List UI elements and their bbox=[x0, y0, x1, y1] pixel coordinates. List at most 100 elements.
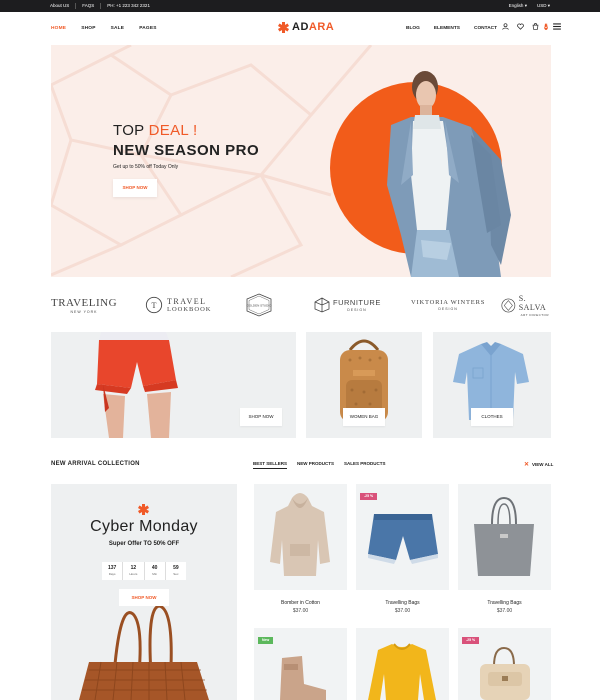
promo-title: Cyber Monday bbox=[90, 518, 198, 535]
chevron-down-icon: ▾ bbox=[547, 3, 550, 8]
brand-sub: LOOKBOOK bbox=[167, 306, 212, 313]
grey-tote-image bbox=[474, 496, 534, 576]
nav-shop[interactable]: SHOP bbox=[81, 26, 95, 31]
nav-elements[interactable]: ELEMENTS bbox=[434, 26, 460, 31]
wishlist-heart-icon[interactable] bbox=[517, 23, 524, 33]
travel-badge-icon: T bbox=[145, 296, 163, 314]
timer-seconds: 59 Sec bbox=[173, 565, 179, 576]
timer-days: 137 Days bbox=[102, 562, 124, 580]
nav-blog[interactable]: BLOG bbox=[406, 26, 420, 31]
shop-now-button[interactable]: SHOP NOW bbox=[240, 408, 282, 426]
promo-subtitle: Super Offer TO 50% OFF bbox=[108, 541, 180, 547]
nav-home[interactable]: HOME bbox=[51, 26, 66, 31]
close-x-icon: ✕ bbox=[524, 462, 530, 468]
golden-studio-emblem-icon: GOLDEN STUDIO bbox=[247, 293, 272, 317]
sale-tag: -25 % bbox=[462, 637, 480, 644]
cart-icon[interactable]: 0 bbox=[532, 23, 548, 33]
header-icons: 0 bbox=[502, 23, 561, 33]
tab-best-sellers[interactable]: BEST SELLERS bbox=[253, 461, 288, 469]
nav-pages[interactable]: PAGES bbox=[139, 26, 156, 31]
top-bar: About US FAQS PH: +1 223 342 2321 Englis… bbox=[0, 0, 600, 12]
category-banner-shorts[interactable]: SHOP NOW bbox=[51, 332, 296, 438]
countdown-timer: 137 Days 12 Hours 40 Min 59 Sec bbox=[102, 562, 186, 580]
hero-shop-now-button[interactable]: SHOP NOW bbox=[113, 179, 157, 197]
product-name[interactable]: Travelling Bags bbox=[458, 600, 551, 606]
brand-golden-studio[interactable]: GOLDEN STUDIO bbox=[244, 290, 274, 320]
nav-sale[interactable]: SALE bbox=[111, 26, 125, 31]
product-name[interactable]: Travelling Bags bbox=[356, 600, 449, 606]
women-bag-button[interactable]: WOMEN BAG bbox=[343, 408, 385, 426]
furniture-cube-icon bbox=[314, 297, 330, 313]
chevron-down-icon: ▾ bbox=[524, 3, 527, 8]
brand-sub: ART DIRECTOR bbox=[520, 312, 550, 317]
product-price: $37.00 bbox=[394, 608, 411, 614]
tab-sales-products[interactable]: SALES PRODUCTS bbox=[344, 461, 386, 469]
view-all-link[interactable]: ✕ VIEW ALL bbox=[524, 461, 553, 468]
product-price: $37.00 bbox=[496, 608, 513, 614]
logo-mark-icon bbox=[277, 21, 290, 33]
brand-sub: DESIGN bbox=[438, 307, 458, 311]
product-price: $37.00 bbox=[292, 608, 309, 614]
user-icon[interactable] bbox=[502, 23, 509, 33]
s-salva-diamond-icon bbox=[501, 298, 516, 312]
brand-name: VIKTORIA WINTERS bbox=[411, 299, 486, 306]
product-card-grey-tote[interactable] bbox=[458, 484, 551, 590]
product-card-beige-handbag[interactable]: -25 % bbox=[458, 628, 551, 700]
about-us-link[interactable]: About US bbox=[50, 3, 77, 9]
view-all-label: VIEW ALL bbox=[532, 462, 554, 467]
clothes-button[interactable]: CLOTHES bbox=[471, 408, 513, 426]
hero-banner: TOP DEAL ! NEW SEASON PRO Get up to 50% … bbox=[51, 45, 551, 277]
faqs-link[interactable]: FAQS bbox=[76, 3, 102, 9]
product-card-yellow-sweater[interactable] bbox=[356, 628, 449, 700]
cyber-monday-promo: Cyber Monday Super Offer TO 50% OFF 137 D… bbox=[51, 484, 237, 700]
logo-text: ADARA bbox=[292, 21, 335, 33]
hero-model-image bbox=[387, 71, 511, 277]
product-name[interactable]: Bomber in Cotton bbox=[254, 600, 347, 606]
brand-name: S. SALVA bbox=[518, 293, 547, 312]
cart-count-badge: 0 bbox=[543, 23, 548, 30]
promo-logo-mark-icon bbox=[137, 504, 150, 515]
brand-furniture[interactable]: FURNITURE DESIGN bbox=[314, 290, 381, 320]
category-banner-women-bag[interactable]: WOMEN BAG bbox=[306, 332, 422, 438]
brand-traveling[interactable]: TRAVELING NEW YORK bbox=[51, 290, 117, 320]
language-select[interactable]: English ▾ bbox=[509, 3, 527, 9]
brand-name: FURNITURE bbox=[333, 298, 381, 307]
site-logo[interactable]: ADARA bbox=[277, 21, 335, 33]
menu-hamburger-icon[interactable] bbox=[552, 23, 561, 33]
sale-tag: -25 % bbox=[360, 493, 378, 500]
brand-travel-lookbook[interactable]: T TRAVEL LOOKBOOK bbox=[145, 290, 211, 320]
brand-sub: NEW YORK bbox=[70, 309, 98, 314]
phone-number: PH: +1 223 342 2321 bbox=[107, 3, 150, 8]
hoodie-image bbox=[270, 493, 330, 576]
brand-name: TRAVEL bbox=[167, 297, 207, 306]
product-tabs: BEST SELLERS NEW PRODUCTS SALES PRODUCTS bbox=[253, 461, 386, 469]
hero-deal-heading: TOP DEAL ! bbox=[113, 122, 198, 139]
product-card-boot[interactable]: New bbox=[254, 628, 347, 700]
brand-logos: TRAVELING NEW YORK T TRAVEL LOOKBOOK GOL… bbox=[51, 290, 551, 320]
hero-title: NEW SEASON PRO bbox=[113, 142, 260, 159]
header: HOME SHOP SALE PAGES ADARA BLOG ELEMENTS… bbox=[0, 12, 600, 44]
product-card-denim-shorts[interactable]: -25 % bbox=[356, 484, 449, 590]
svg-text:T: T bbox=[152, 301, 157, 310]
hero-subtitle: Get up to 50% off Today Only bbox=[113, 164, 179, 170]
tab-new-products[interactable]: NEW PRODUCTS bbox=[297, 461, 334, 469]
product-card-bomber[interactable] bbox=[254, 484, 347, 590]
nav-contact[interactable]: CONTACT bbox=[474, 26, 497, 31]
brand-s-salva[interactable]: S. SALVA ART DIRECTOR bbox=[501, 290, 551, 320]
currency-select[interactable]: USD ▾ bbox=[537, 3, 550, 9]
brand-sub: DESIGN bbox=[347, 308, 367, 312]
brand-viktoria-winters[interactable]: VIKTORIA WINTERS DESIGN bbox=[411, 290, 485, 320]
category-banner-clothes[interactable]: CLOTHES bbox=[433, 332, 551, 438]
language-label: English bbox=[508, 3, 524, 8]
yellow-sweater-image bbox=[368, 643, 436, 700]
timer-hours: 12 Hours bbox=[123, 562, 145, 580]
currency-label: USD bbox=[536, 3, 547, 8]
timer-minutes: 40 Min bbox=[145, 562, 166, 580]
main-nav-right: BLOG ELEMENTS CONTACT bbox=[406, 26, 497, 31]
top-bar-links: About US FAQS PH: +1 223 342 2321 bbox=[50, 3, 156, 9]
promo-shop-now-button[interactable]: SHOP NOW bbox=[119, 589, 169, 606]
top-bar-selectors: English ▾ USD ▾ bbox=[509, 3, 550, 9]
section-title: NEW ARRIVAL COLLECTION bbox=[51, 461, 140, 467]
brand-name: TRAVELING bbox=[51, 296, 118, 309]
main-nav-left: HOME SHOP SALE PAGES bbox=[51, 26, 157, 31]
